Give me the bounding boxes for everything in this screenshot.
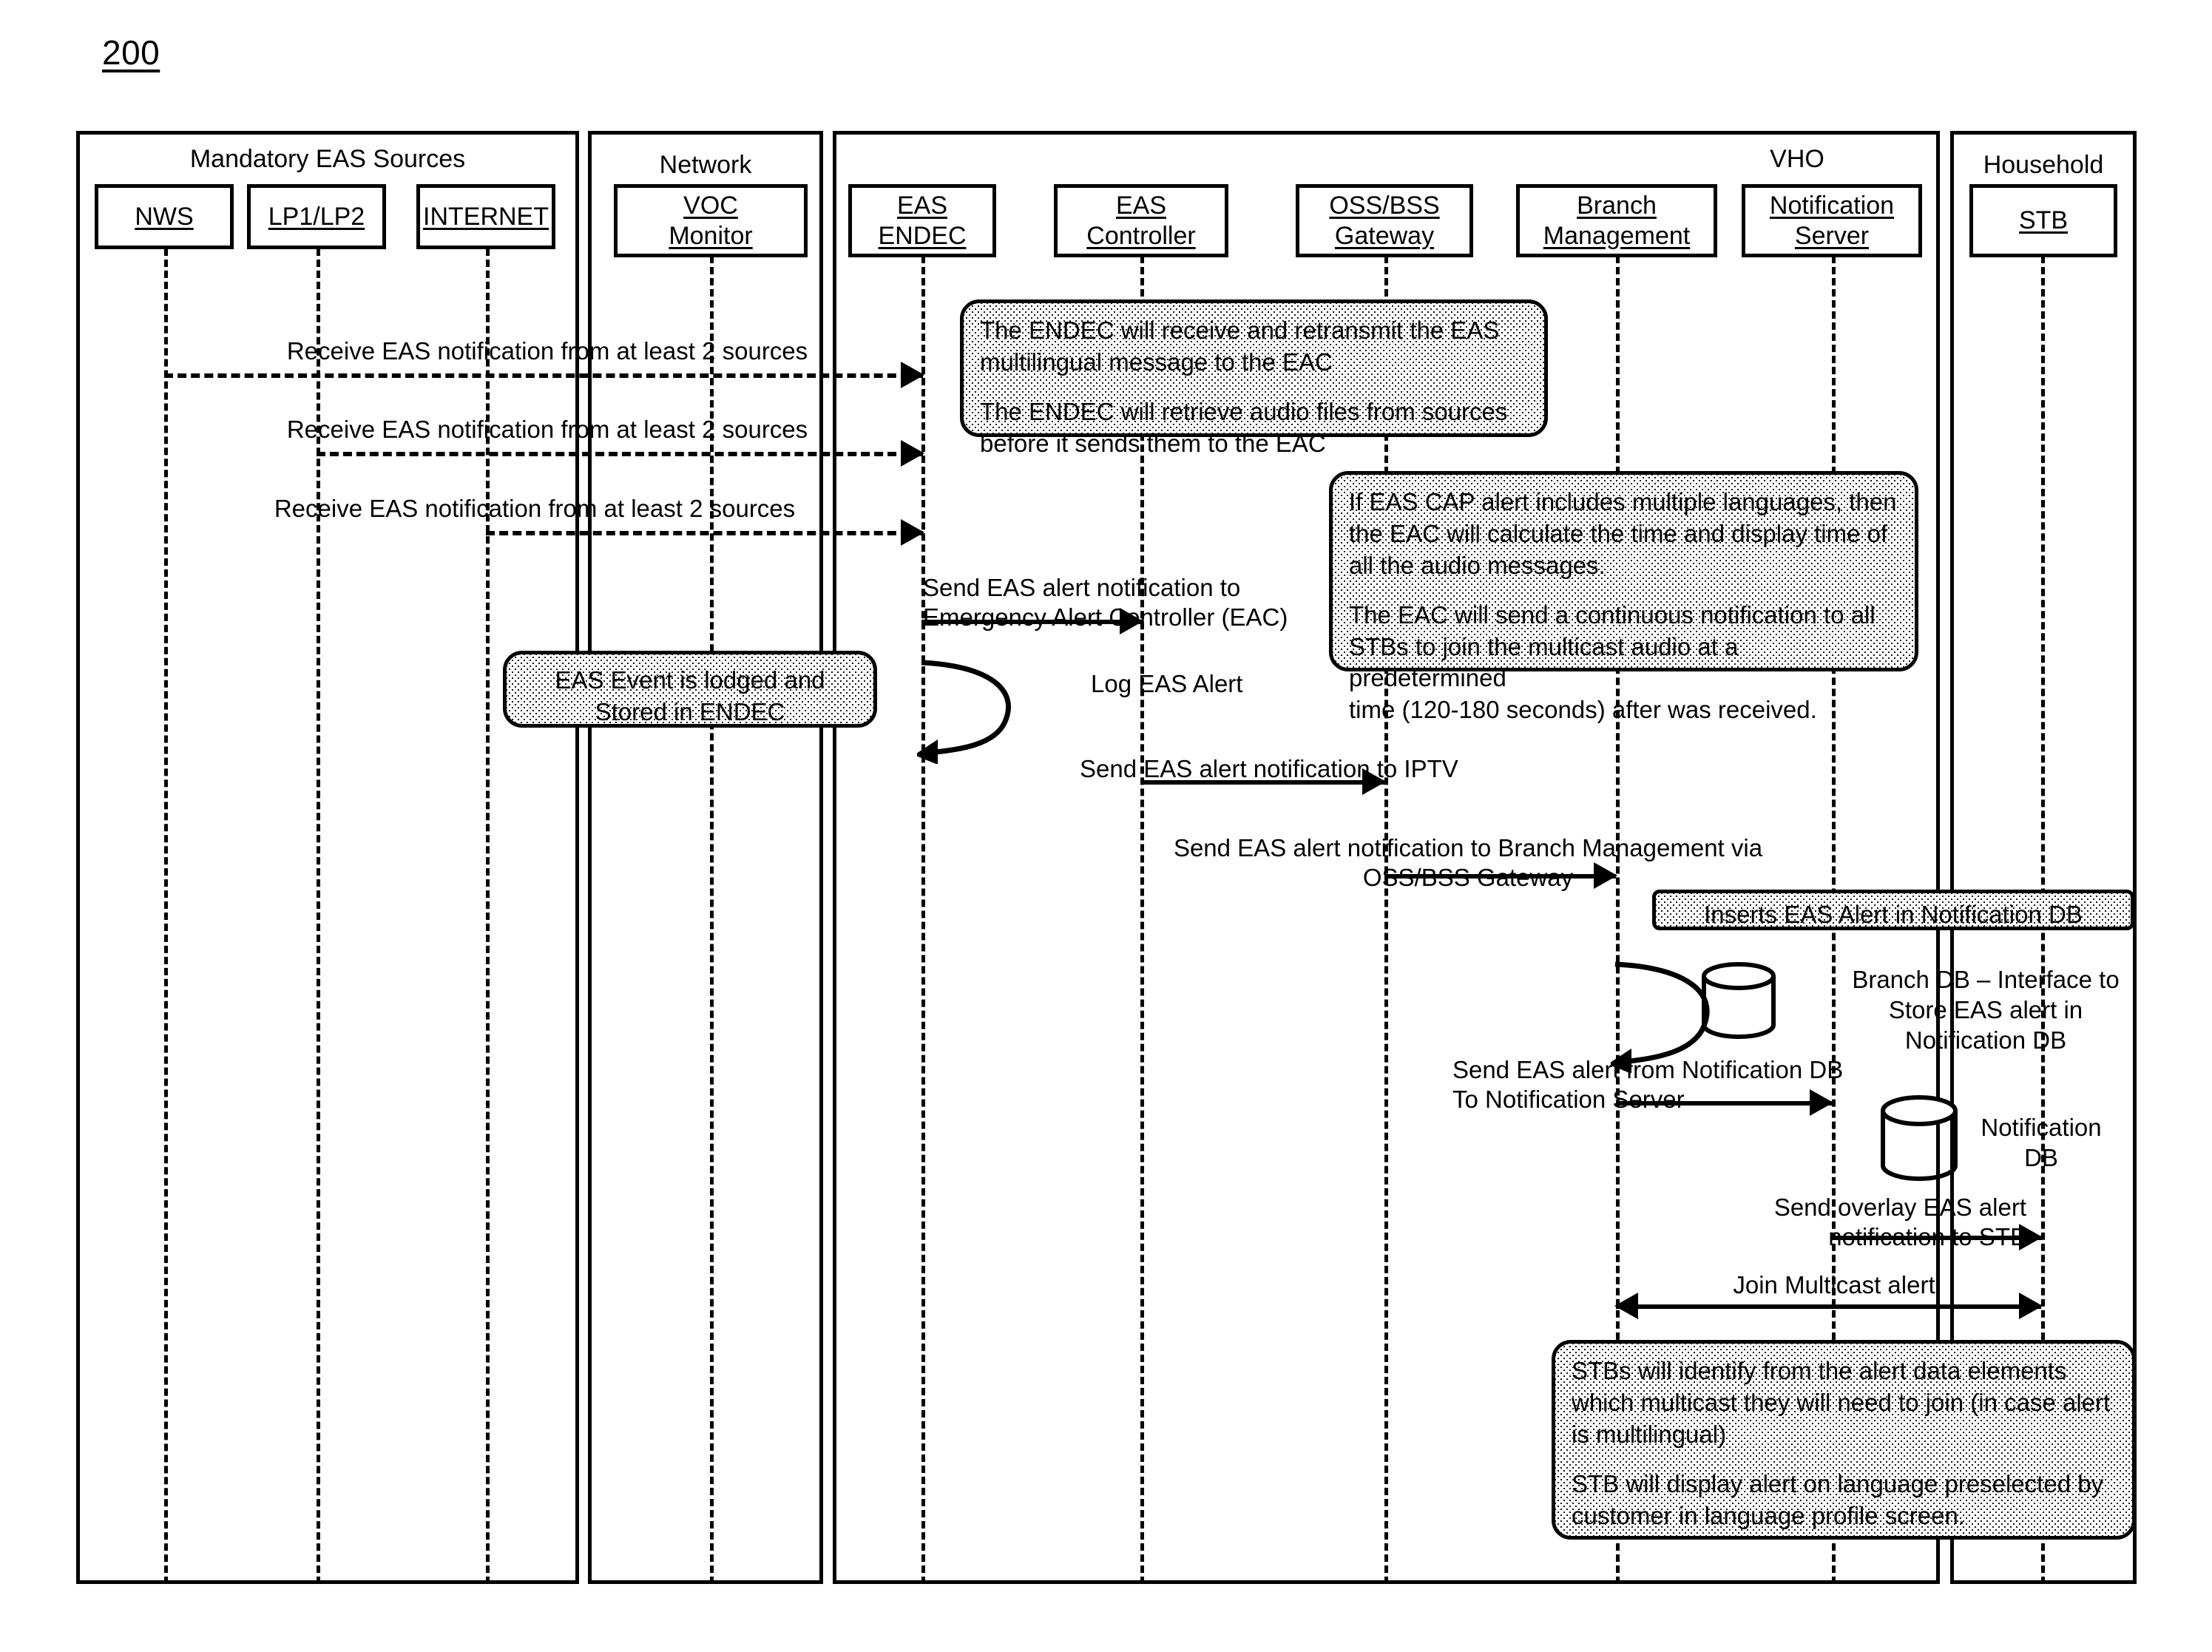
note-endec-behaviour-line-2: The ENDEC will retrieve audio files from… bbox=[980, 397, 1508, 457]
branch-db-annotation: Branch DB – Interface to Store EAS alert… bbox=[1852, 966, 2120, 1054]
lifeline-box-eas-endec[interactable]: EAS ENDEC bbox=[848, 184, 996, 257]
lifeline-label-branch-management: Branch Management bbox=[1543, 192, 1691, 250]
lifeline-label-oss-bss-gateway: OSS/BSS Gateway bbox=[1329, 192, 1440, 250]
branch-db-cylinder-icon bbox=[1702, 962, 1776, 1039]
note-stb-behaviour-line-1: STBs will identify from the alert data e… bbox=[1572, 1357, 2111, 1448]
note-eas-event-stored: EAS Event is lodged and Stored in ENDEC bbox=[503, 651, 877, 728]
message-label-send-overlay-to-stb: Send overlay EAS alert notification to S… bbox=[1773, 1194, 2026, 1251]
lifeline-box-oss-bss-gateway[interactable]: OSS/BSS Gateway bbox=[1296, 184, 1473, 257]
lifeline-label-eas-controller: EAS Controller bbox=[1086, 192, 1196, 250]
note-stb-behaviour: STBs will identify from the alert data e… bbox=[1552, 1340, 2136, 1540]
lifeline-box-stb[interactable]: STB bbox=[1969, 184, 2117, 257]
note-insert-eas-alert-db-line-1: Inserts EAS Alert in Notification DB bbox=[1704, 901, 2083, 928]
lifeline-box-nws[interactable]: NWS bbox=[95, 184, 234, 249]
message-label-log-eas-alert: Log EAS Alert bbox=[1091, 670, 1243, 697]
note-endec-behaviour: The ENDEC will receive and retransmit th… bbox=[960, 299, 1548, 457]
message-label-receive-eas-1: Receive EAS notification from at least 2… bbox=[286, 337, 808, 365]
note-endec-behaviour-line-1: The ENDEC will receive and retransmit th… bbox=[980, 316, 1500, 376]
lifeline-box-branch-management[interactable]: Branch Management bbox=[1516, 184, 1717, 257]
note-eac-behaviour: If EAS CAP alert includes multiple langu… bbox=[1329, 471, 1918, 723]
self-loop-eas-endec bbox=[917, 660, 1011, 764]
lifeline-label-voc-monitor: VOC Monitor bbox=[669, 192, 753, 250]
panel-title-vho: VHO bbox=[1770, 145, 1824, 173]
lifeline-box-internet[interactable]: INTERNET bbox=[416, 184, 555, 249]
message-label-send-to-branch-mgmt: Send EAS alert notification to Branch Ma… bbox=[1173, 834, 1763, 892]
panel-title-network: Network bbox=[659, 151, 752, 179]
message-label-receive-eas-3: Receive EAS notification from at least 2… bbox=[274, 495, 796, 522]
figure-canvas: 200 Mandatory EAS Sources Network VHO Ho… bbox=[0, 0, 2212, 1652]
lifeline-label-internet: INTERNET bbox=[423, 202, 549, 231]
lifeline-label-stb: STB bbox=[2018, 206, 2069, 235]
note-eac-behaviour-line-1: If EAS CAP alert includes multiple langu… bbox=[1349, 488, 1897, 579]
lifeline-lp1-lp2 bbox=[317, 248, 320, 1584]
notification-db-annotation: Notification DB bbox=[1981, 1114, 2102, 1171]
note-eas-event-stored-line-1: EAS Event is lodged and Stored in ENDEC bbox=[555, 666, 825, 725]
message-label-join-multicast: Join Multicast alert bbox=[1733, 1271, 1935, 1299]
note-stb-behaviour-line-2: STB will display alert on language prese… bbox=[1572, 1469, 2104, 1529]
notification-db-cylinder-icon bbox=[1881, 1095, 1958, 1181]
lifeline-box-eas-controller[interactable]: EAS Controller bbox=[1054, 184, 1228, 257]
note-insert-eas-alert-db: Inserts EAS Alert in Notification DB bbox=[1652, 890, 2134, 930]
message-label-receive-eas-2: Receive EAS notification from at least 2… bbox=[286, 416, 808, 443]
figure-number: 200 bbox=[102, 33, 160, 72]
lifeline-box-lp1-lp2[interactable]: LP1/LP2 bbox=[247, 184, 386, 249]
lifeline-box-voc-monitor[interactable]: VOC Monitor bbox=[614, 184, 808, 257]
note-eac-behaviour-line-2: The EAC will send a continuous notificat… bbox=[1349, 600, 1876, 724]
panel-title-household: Household bbox=[1983, 151, 2104, 179]
lifeline-internet bbox=[486, 248, 490, 1584]
lifeline-label-eas-endec: EAS ENDEC bbox=[878, 192, 967, 250]
panel-title-mandatory-eas-sources: Mandatory EAS Sources bbox=[189, 145, 466, 173]
lifeline-label-nws: NWS bbox=[135, 202, 194, 231]
lifeline-box-notification-server[interactable]: Notification Server bbox=[1742, 184, 1922, 257]
lifeline-label-lp1-lp2: LP1/LP2 bbox=[268, 202, 365, 231]
message-label-send-to-iptv: Send EAS alert notification to IPTV bbox=[1080, 755, 1458, 782]
lifeline-nws bbox=[164, 248, 168, 1584]
lifeline-label-notification-server: Notification Server bbox=[1769, 192, 1895, 250]
